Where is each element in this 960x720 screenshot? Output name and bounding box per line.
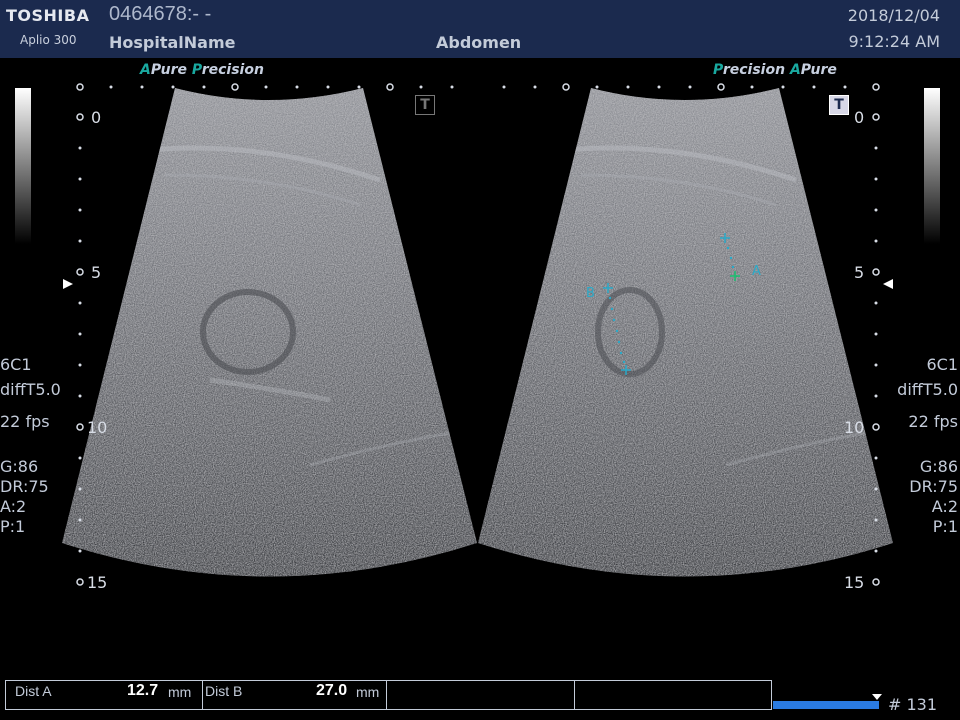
left-gain-label: G:86 [0, 457, 39, 476]
right-p-label: P:1 [932, 517, 958, 536]
right-focus-marker [883, 279, 893, 289]
measurement-value: 12.7 [127, 682, 159, 699]
caliper-b-label: B [586, 286, 595, 301]
measurement-empty-cell [575, 681, 771, 709]
right-grayscale-bar [924, 88, 940, 244]
left-depth-label-15: 15 [87, 573, 108, 592]
top-dot-scale [76, 83, 880, 91]
right-a-label: A:2 [931, 497, 958, 516]
ultrasound-image-area [62, 83, 893, 586]
measurement-unit: mm [168, 684, 192, 700]
right-dr-label: DR:75 [909, 477, 958, 496]
right-gain-label: G:86 [919, 457, 958, 476]
cine-progress-bar[interactable] [773, 701, 879, 709]
left-image-tag: APure Precision [140, 62, 264, 78]
right-ultrasound-sector [478, 88, 893, 577]
measurement-empty-cell [387, 681, 575, 709]
left-depth-label-5: 5 [91, 263, 102, 282]
left-p-label: P:1 [0, 517, 26, 536]
right-toggle-button[interactable]: T [829, 95, 849, 115]
left-depth-label-0: 0 [91, 108, 102, 127]
right-image-tag: Precision APure [713, 62, 837, 78]
right-fps-label: 22 fps [908, 412, 958, 431]
left-a-label: A:2 [0, 497, 27, 516]
right-depth-label-0: 0 [854, 108, 865, 127]
left-grayscale-bar [15, 88, 31, 244]
left-dr-label: DR:75 [0, 477, 49, 496]
cine-progress-fill [773, 701, 879, 709]
left-probe-label: 6C1 [0, 355, 32, 374]
left-focus-marker [63, 279, 73, 289]
measurement-unit: mm [356, 684, 380, 700]
measurement-table: Dist A 12.7 mm Dist B 27.0 mm [5, 680, 772, 710]
measurement-dist-b: Dist B 27.0 mm [203, 681, 387, 709]
right-depth-label-10: 10 [844, 418, 865, 437]
caliper-a-label: A [752, 264, 761, 279]
right-mode-label: diffT5.0 [897, 380, 958, 399]
measurement-dist-a: Dist A 12.7 mm [6, 681, 203, 709]
right-depth-label-5: 5 [854, 263, 865, 282]
measurement-value: 27.0 [316, 682, 348, 699]
left-depth-label-10: 10 [87, 418, 108, 437]
left-fps-label: 22 fps [0, 412, 50, 431]
cine-position-marker[interactable] [872, 694, 882, 700]
frame-number: # 131 [888, 695, 938, 714]
measurement-label: Dist A [15, 683, 52, 699]
left-ultrasound-sector [62, 88, 477, 577]
measurement-label: Dist B [205, 683, 243, 699]
right-probe-label: 6C1 [926, 355, 958, 374]
left-toggle-button[interactable]: T [415, 95, 435, 115]
left-mode-label: diffT5.0 [0, 380, 61, 399]
right-depth-label-15: 15 [844, 573, 865, 592]
